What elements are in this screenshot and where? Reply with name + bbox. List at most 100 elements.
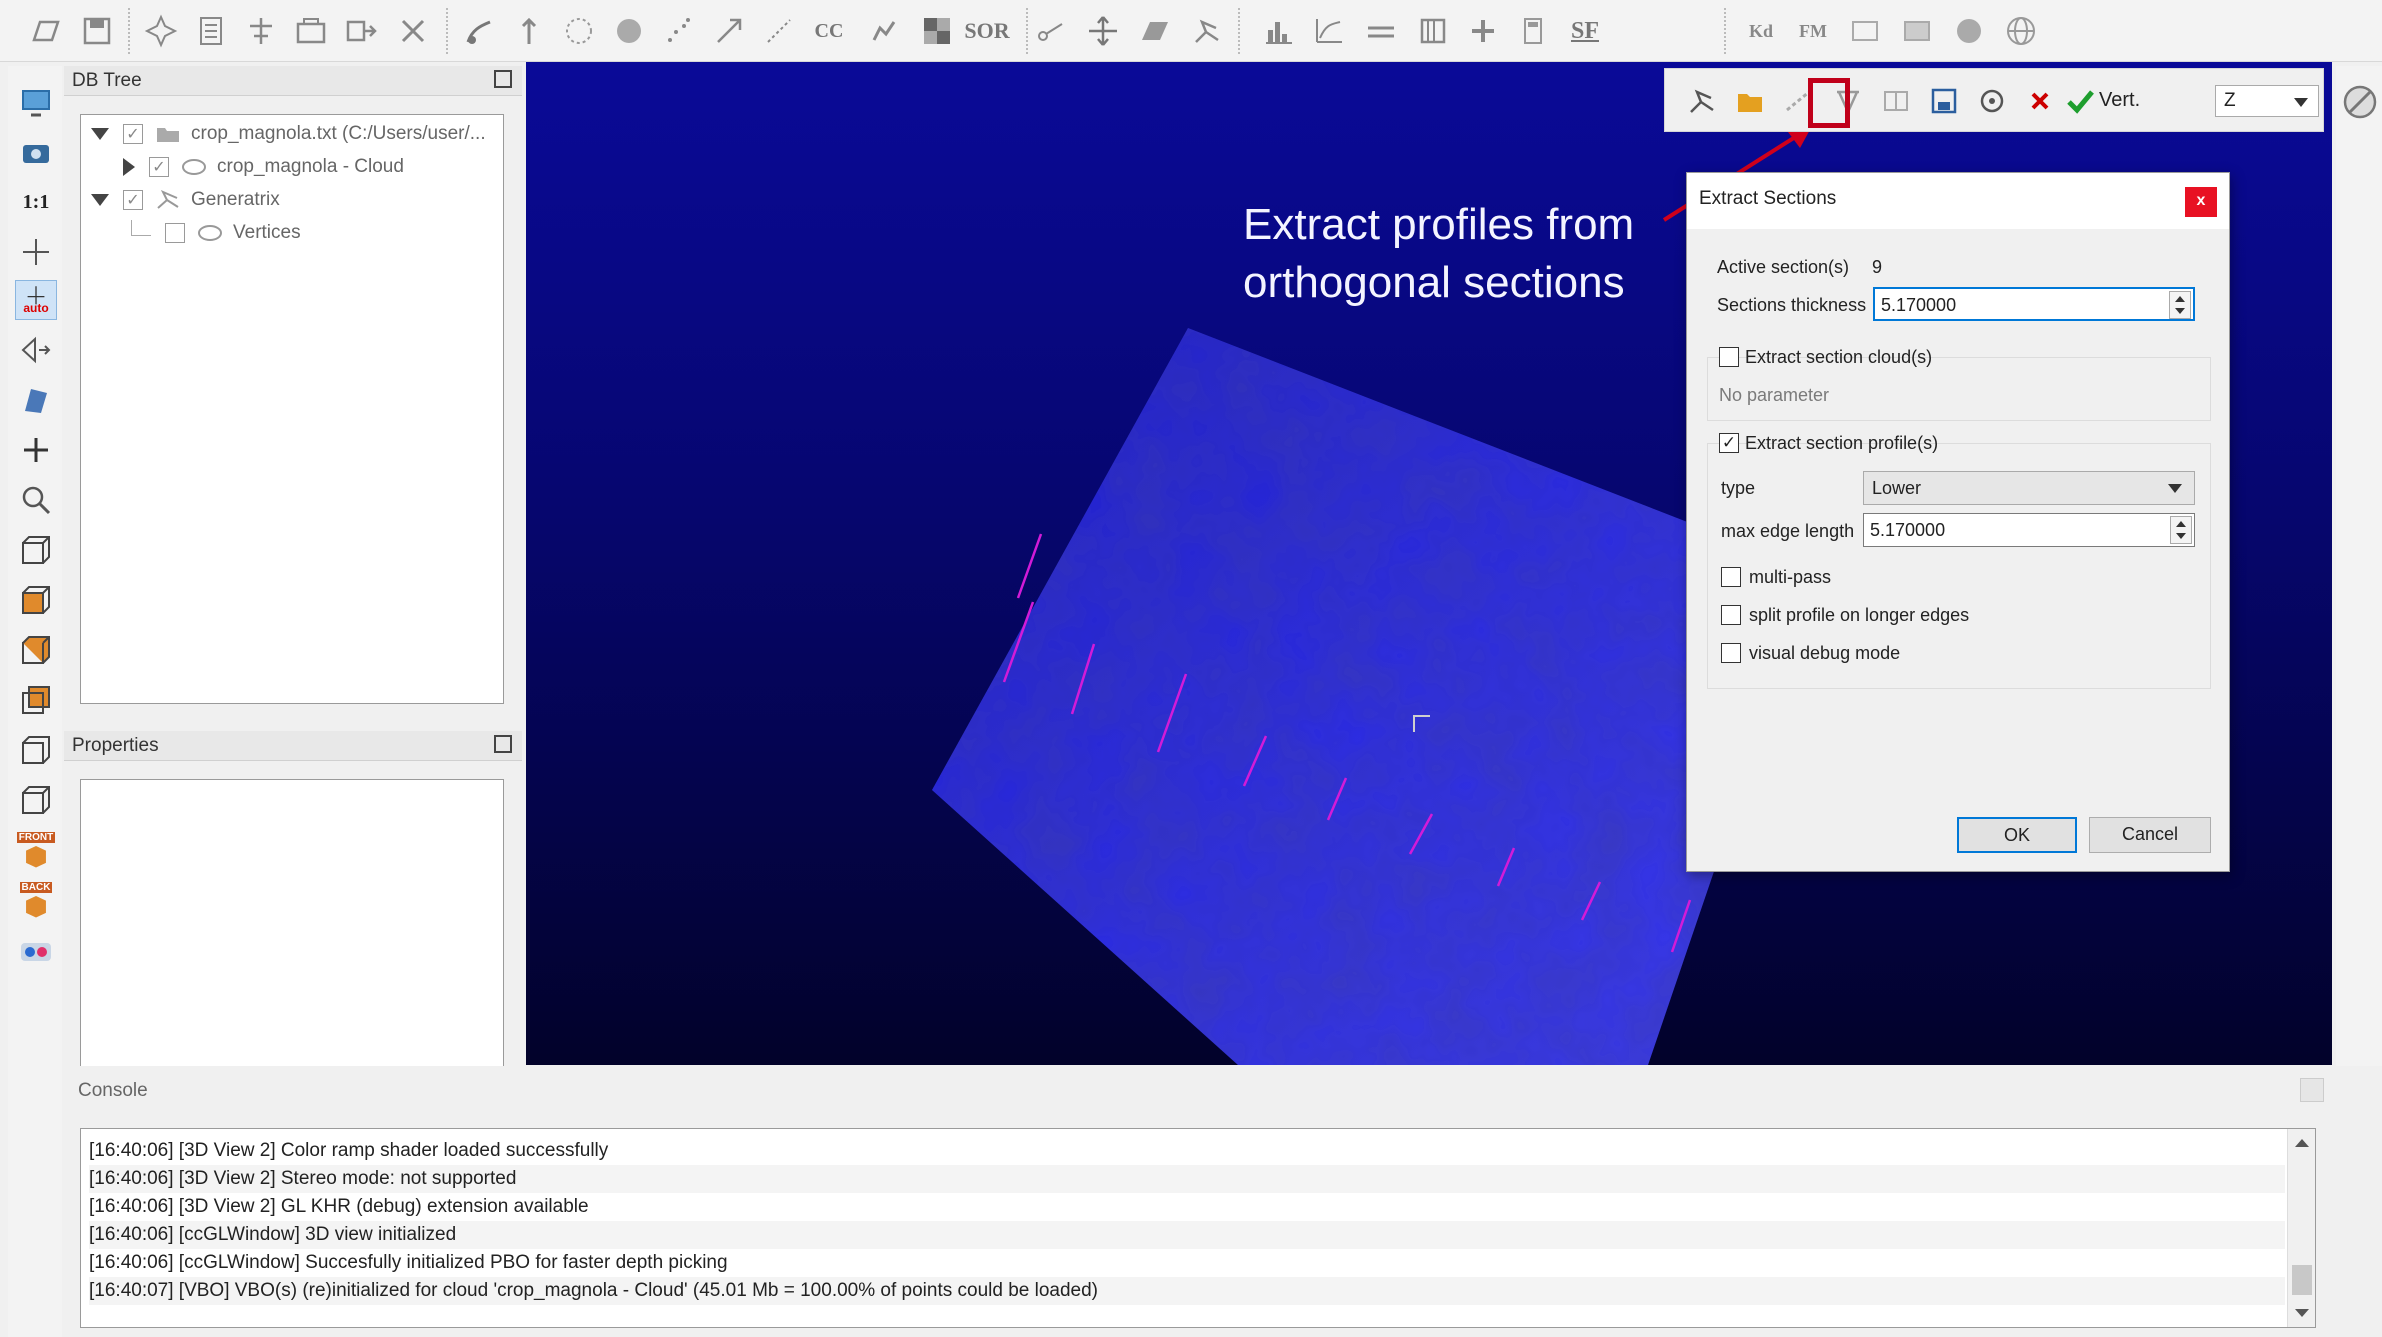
filter-icon[interactable]: [1412, 10, 1454, 52]
perspective-icon[interactable]: [15, 330, 57, 370]
merge-icon[interactable]: [290, 10, 332, 52]
scatter-icon[interactable]: [658, 10, 700, 52]
sphere-icon[interactable]: [1948, 10, 1990, 52]
list-icon[interactable]: [190, 10, 232, 52]
max-edge-input[interactable]: 5.170000: [1863, 513, 2195, 547]
spin-arrows-icon[interactable]: [2169, 291, 2191, 319]
ok-button[interactable]: OK: [1957, 817, 2077, 853]
cancel-x-icon[interactable]: [2021, 82, 2059, 120]
tree-item-generatrix[interactable]: ✓ Generatrix: [91, 185, 280, 215]
expand-icon[interactable]: [91, 194, 109, 206]
no-parameter-text: No parameter: [1719, 385, 1830, 405]
import-cloud-icon[interactable]: [1731, 82, 1769, 120]
front-iso-label: FRONT: [16, 831, 56, 843]
add-sf-icon[interactable]: [1462, 10, 1504, 52]
visibility-checkbox[interactable]: ✓: [123, 190, 143, 210]
right-view-icon[interactable]: [15, 730, 57, 770]
unfold-icon[interactable]: [1877, 82, 1915, 120]
display-icon[interactable]: [15, 82, 57, 122]
normals-icon[interactable]: [458, 10, 500, 52]
camera-icon[interactable]: [15, 132, 57, 172]
undock-icon[interactable]: [494, 70, 512, 88]
mesh-icon[interactable]: [608, 10, 650, 52]
tree-item-vertices[interactable]: Vertices: [131, 218, 301, 248]
type-select[interactable]: Lower: [1863, 471, 2195, 505]
multipass-checkbox[interactable]: [1721, 567, 1741, 587]
cc-button[interactable]: CC: [808, 10, 850, 52]
transform-icon[interactable]: [140, 10, 182, 52]
visibility-checkbox[interactable]: ✓: [123, 124, 143, 144]
back-view-icon[interactable]: [15, 680, 57, 720]
subsample-icon[interactable]: [558, 10, 600, 52]
reset-icon[interactable]: [1973, 82, 2011, 120]
collapse-icon[interactable]: [123, 158, 135, 176]
extract-cloud-checkbox[interactable]: [1719, 347, 1739, 367]
export-icon[interactable]: [1844, 10, 1886, 52]
open-icon[interactable]: [26, 10, 68, 52]
visibility-checkbox[interactable]: ✓: [149, 157, 169, 177]
validate-check-icon[interactable]: [2061, 82, 2099, 120]
tree-item-file[interactable]: ✓ crop_magnola.txt (C:/Users/user/...: [91, 119, 486, 149]
front-view-icon[interactable]: [15, 580, 57, 620]
delete-icon[interactable]: [392, 10, 434, 52]
move-icon[interactable]: [1082, 10, 1124, 52]
top-view-icon[interactable]: [15, 530, 57, 570]
undock-icon[interactable]: [2300, 1078, 2324, 1102]
console-scrollbar[interactable]: [2287, 1129, 2315, 1327]
scissors-icon[interactable]: [1030, 10, 1072, 52]
spin-arrows-icon[interactable]: [2170, 516, 2192, 544]
orient-normals-icon[interactable]: [508, 10, 550, 52]
calculator-icon[interactable]: [1512, 10, 1554, 52]
expand-icon[interactable]: [91, 128, 109, 140]
generatrix-icon[interactable]: [1186, 10, 1228, 52]
console-title: Console: [64, 1066, 2332, 1116]
cancel-button[interactable]: Cancel: [2089, 817, 2211, 853]
scroll-thumb[interactable]: [2292, 1265, 2312, 1295]
import-generatrix-icon[interactable]: [1683, 82, 1721, 120]
curve-icon[interactable]: [1308, 10, 1350, 52]
checkerboard-icon[interactable]: [916, 10, 958, 52]
auto-pivot-button[interactable]: auto: [15, 280, 57, 320]
console-log[interactable]: [16:40:06] [3D View 2] Color ramp shader…: [80, 1128, 2316, 1328]
undock-icon[interactable]: [494, 735, 512, 753]
left-view-icon[interactable]: [15, 630, 57, 670]
scroll-down-icon[interactable]: [2295, 1309, 2309, 1317]
distance-icon[interactable]: [758, 10, 800, 52]
light-icon[interactable]: [15, 380, 57, 420]
axis-select[interactable]: Z: [2215, 85, 2319, 117]
tree-item-cloud[interactable]: ✓ crop_magnola - Cloud: [123, 152, 404, 182]
plane-icon[interactable]: [1134, 10, 1176, 52]
sample-icon[interactable]: [240, 10, 282, 52]
crosshair-icon[interactable]: [15, 232, 57, 272]
globe-icon[interactable]: [2000, 10, 2042, 52]
disable-icon[interactable]: [2342, 84, 2378, 120]
sf-button[interactable]: SF: [1564, 10, 1606, 52]
statistics-icon[interactable]: [864, 10, 906, 52]
visual-debug-checkbox[interactable]: [1721, 643, 1741, 663]
kd-button[interactable]: Kd: [1740, 10, 1782, 52]
visibility-checkbox[interactable]: [165, 223, 185, 243]
thickness-input[interactable]: 5.170000: [1873, 287, 2195, 321]
split-profile-checkbox[interactable]: [1721, 605, 1741, 625]
save-icon[interactable]: [76, 10, 118, 52]
raster-icon[interactable]: [1896, 10, 1938, 52]
sor-button[interactable]: SOR: [964, 10, 1009, 52]
tree-connector: [131, 220, 151, 236]
histogram-icon[interactable]: [1258, 10, 1300, 52]
min-max-icon[interactable]: [1360, 10, 1402, 52]
scroll-up-icon[interactable]: [2295, 1139, 2309, 1147]
registration-icon[interactable]: [708, 10, 750, 52]
extract-profile-checkbox[interactable]: ✓: [1719, 433, 1739, 453]
fm-button[interactable]: FM: [1792, 10, 1834, 52]
back-iso-button[interactable]: BACK: [15, 880, 57, 920]
pan-icon[interactable]: [15, 430, 57, 470]
segment-icon[interactable]: [340, 10, 382, 52]
cloud-texture: [932, 328, 1816, 1065]
bottom-view-icon[interactable]: [15, 780, 57, 820]
stereo-icon[interactable]: [15, 932, 57, 972]
export-sections-icon[interactable]: [1925, 82, 1963, 120]
front-iso-button[interactable]: FRONT: [15, 830, 57, 870]
close-button[interactable]: x: [2185, 187, 2217, 217]
zoom-icon[interactable]: [15, 480, 57, 520]
one-to-one-button[interactable]: 1:1: [15, 182, 57, 222]
